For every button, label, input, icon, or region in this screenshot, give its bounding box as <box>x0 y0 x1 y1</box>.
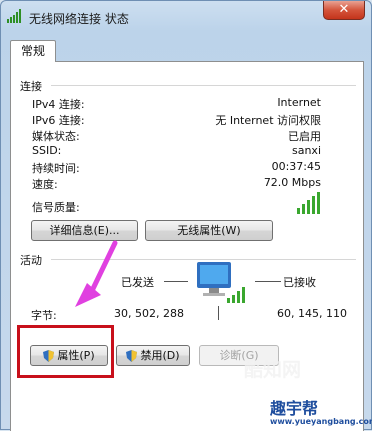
annotation-arrow <box>75 240 118 307</box>
activity-separator <box>218 306 219 320</box>
uac-shield-icon <box>126 350 138 362</box>
properties-button[interactable]: 属性(P) <box>30 345 108 366</box>
speed-label: 速度: <box>32 178 58 191</box>
duration-label: 持续时间: <box>32 162 80 175</box>
ipv4-label: IPv4 连接: <box>32 98 85 111</box>
ipv4-value: Internet <box>277 96 321 109</box>
duration-value: 00:37:45 <box>271 160 321 173</box>
media-state-label: 媒体状态: <box>32 130 80 143</box>
sent-label: 已发送 <box>121 276 154 289</box>
sent-line <box>164 281 188 282</box>
details-button[interactable]: 详细信息(E)... <box>31 220 138 241</box>
media-state-value: 已启用 <box>288 130 321 143</box>
ssid-label: SSID: <box>32 144 62 157</box>
watermark: 酷知网 趣宇帮 www.yueyangbang.com <box>206 347 372 431</box>
close-icon: ✕ <box>338 2 350 17</box>
signal-strength-icon <box>297 192 321 214</box>
ipv6-label: IPv6 连接: <box>32 114 85 127</box>
watermark-url: www.yueyangbang.com <box>270 417 372 426</box>
window-title: 无线网络连接 状态 <box>29 12 129 26</box>
disable-button[interactable]: 禁用(D) <box>116 345 190 366</box>
watermark-brand: 酷知网 <box>244 359 302 381</box>
title-bar[interactable]: 无线网络连接 状态 ✕ <box>1 1 371 31</box>
properties-label: 属性(P) <box>57 349 95 362</box>
wireless-properties-button[interactable]: 无线属性(W) <box>145 220 273 241</box>
bytes-label: 字节: <box>31 309 57 322</box>
speed-value: 72.0 Mbps <box>263 176 321 189</box>
status-dialog: 无线网络连接 状态 ✕ 常规 连接 IPv4 连接: Internet IPv6… <box>0 0 372 431</box>
signal-quality-label: 信号质量: <box>32 201 80 214</box>
received-line <box>255 281 281 282</box>
activity-header: 活动 <box>20 254 42 267</box>
wireless-signal-icon <box>7 9 21 23</box>
watermark-brand-2: 趣宇帮 <box>270 399 319 418</box>
ipv6-value: 无 Internet 访问权限 <box>215 114 321 127</box>
network-computer-icon <box>197 262 245 303</box>
watermark-logo-icon <box>226 381 260 415</box>
uac-shield-icon <box>43 350 55 362</box>
bytes-sent-value: 30, 502, 288 <box>114 307 184 320</box>
ssid-value: sanxi <box>291 144 321 157</box>
section-divider <box>51 85 356 86</box>
bytes-received-value: 60, 145, 110 <box>277 307 347 320</box>
close-button[interactable]: ✕ <box>323 1 365 20</box>
connection-header: 连接 <box>20 80 42 93</box>
tab-general[interactable]: 常规 <box>10 40 56 62</box>
received-label: 已接收 <box>283 276 316 289</box>
disable-label: 禁用(D) <box>140 349 180 362</box>
